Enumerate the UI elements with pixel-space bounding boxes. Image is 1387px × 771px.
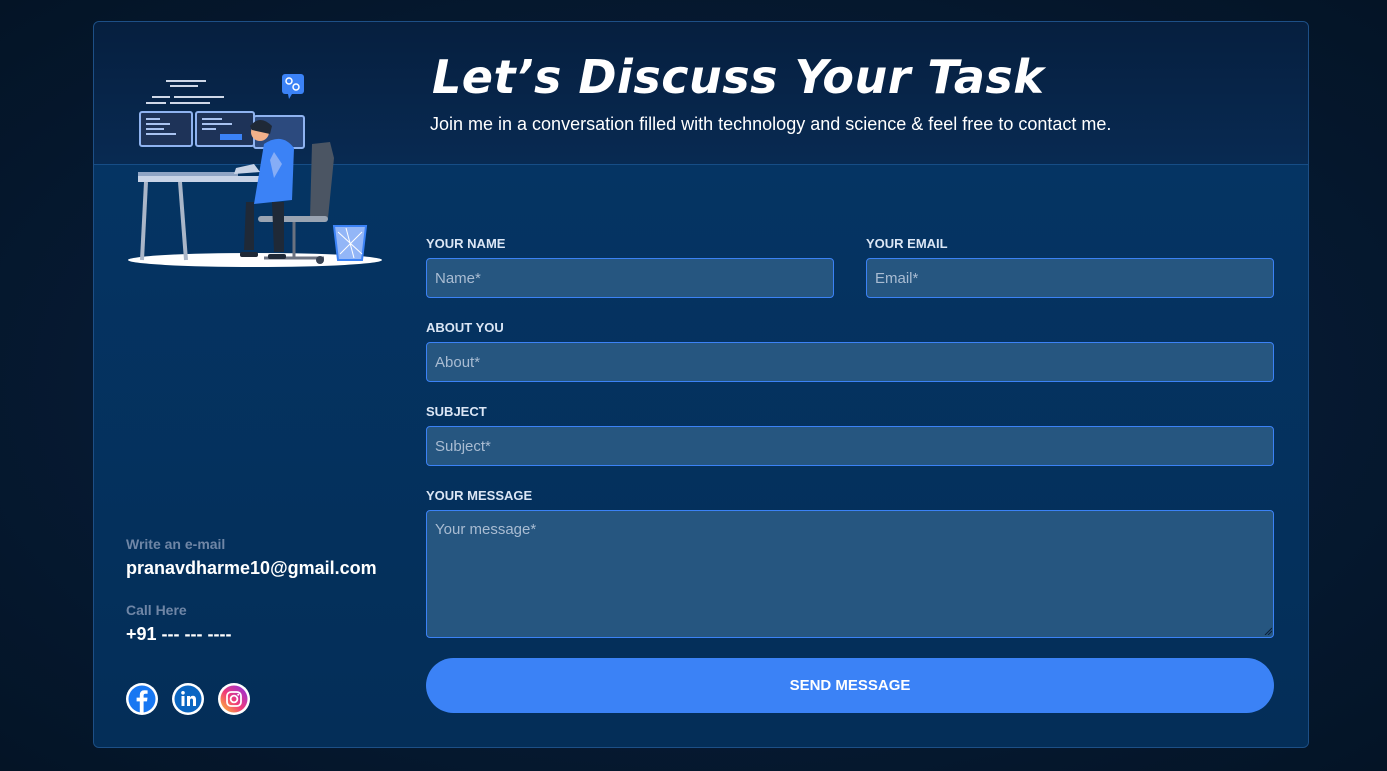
email-input-label: YOUR EMAIL xyxy=(866,236,948,251)
subject-label: SUBJECT xyxy=(426,404,487,419)
send-message-button[interactable]: SEND MESSAGE xyxy=(426,658,1274,713)
message-textarea[interactable] xyxy=(426,510,1274,638)
message-label: YOUR MESSAGE xyxy=(426,488,533,503)
about-label: ABOUT YOU xyxy=(426,320,504,335)
linkedin-icon[interactable] xyxy=(171,682,205,716)
email-input[interactable] xyxy=(866,258,1274,298)
phone-label: Call Here xyxy=(126,602,187,618)
page-title: Let’s Discuss Your Task xyxy=(432,50,1045,104)
page-subtitle: Join me in a conversation filled with te… xyxy=(430,114,1112,134)
about-input[interactable] xyxy=(426,342,1274,382)
instagram-icon[interactable] xyxy=(217,682,251,716)
subject-input[interactable] xyxy=(426,426,1274,466)
name-label: YOUR NAME xyxy=(426,236,506,251)
facebook-icon[interactable] xyxy=(125,682,159,716)
developer-illustration xyxy=(128,74,382,267)
contact-card: Let’s Discuss Your Task Join me in a con… xyxy=(93,21,1309,748)
resize-grip-icon[interactable] xyxy=(1264,627,1272,635)
phone-number[interactable]: +91 --- --- ---- xyxy=(126,624,231,645)
email-address[interactable]: pranavdharme10@gmail.com xyxy=(126,558,377,579)
name-input[interactable] xyxy=(426,258,834,298)
email-label: Write an e-mail xyxy=(126,536,226,552)
